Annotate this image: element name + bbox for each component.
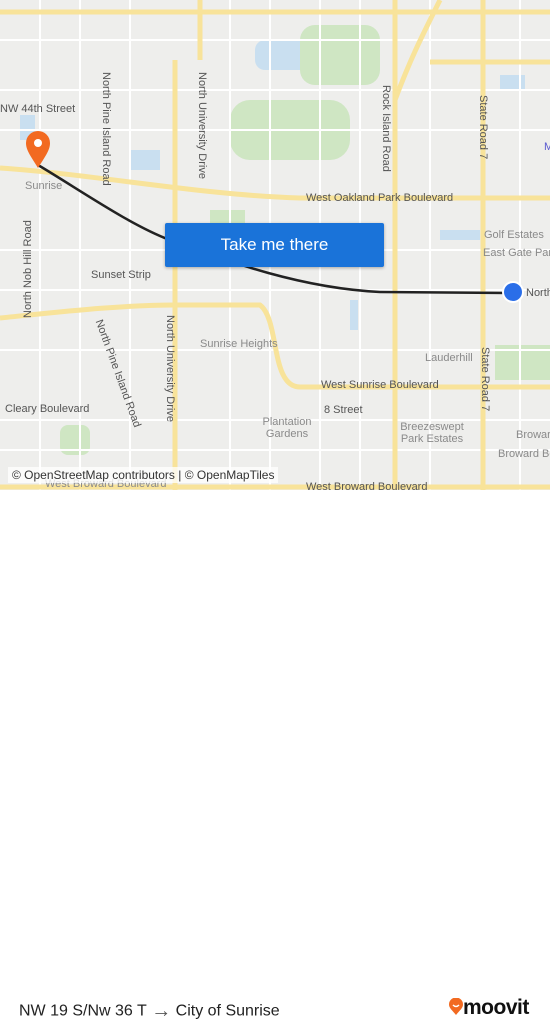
map-label: Lauderhill	[425, 352, 473, 364]
arrow-right-icon: →	[151, 1000, 172, 1022]
map-label: Sunrise Heights	[200, 338, 278, 350]
map-label: Cleary Boulevard	[5, 403, 90, 415]
origin-label: NW 19 S/Nw 36 T	[19, 1002, 147, 1020]
map-label: West Sunrise Boulevard	[321, 379, 439, 391]
map-label: West Broward Boulevard	[306, 481, 428, 490]
map-label: Golf Estates	[484, 229, 544, 241]
map-label: State Road 7	[477, 95, 489, 160]
map-label: West Oakland Park Boulevard	[306, 192, 454, 204]
map-label: East Gate Park	[483, 247, 550, 259]
map-label: State Road 7	[479, 347, 491, 412]
map-label: North University Drive	[164, 315, 176, 422]
destination-label: City of Sunrise	[175, 1002, 280, 1020]
destination-dot-icon[interactable]	[502, 281, 524, 303]
route-summary: NW 19 S/Nw 36 T → City of Sunrise	[19, 1000, 280, 1023]
map-label: Northwest	[526, 287, 550, 299]
footer-bar: NW 19 S/Nw 36 T → City of Sunrise moovit	[0, 490, 550, 1022]
map-label: Rock Island Road	[380, 85, 392, 172]
map-label: M	[544, 141, 550, 153]
take-me-there-button[interactable]: Take me there	[165, 223, 384, 267]
map-label: North University Drive	[196, 72, 208, 179]
map-label: Sunrise	[25, 180, 63, 192]
map[interactable]: NW 44th Street North Pine Island Road No…	[0, 0, 550, 490]
map-label: Sunset Strip	[91, 269, 151, 281]
map-label: NW 44th Street	[0, 103, 76, 115]
map-label: 8 Street	[324, 404, 363, 416]
map-label: Plantation Gardens	[262, 416, 312, 440]
map-attribution[interactable]: © OpenStreetMap contributors | © OpenMap…	[8, 467, 279, 483]
moovit-logo: moovit	[449, 996, 529, 1020]
moovit-pin-icon	[449, 997, 463, 1015]
map-label: North Nob Hill Road	[22, 220, 34, 318]
map-label: Breezeswept Park Estates	[400, 421, 464, 445]
brand-name: moovit	[463, 996, 529, 1019]
map-label: Broward	[516, 429, 550, 441]
map-label: Broward Boulevard	[498, 448, 550, 460]
origin-pin-icon[interactable]	[26, 131, 50, 168]
map-label: North Pine Island Road	[100, 72, 112, 186]
